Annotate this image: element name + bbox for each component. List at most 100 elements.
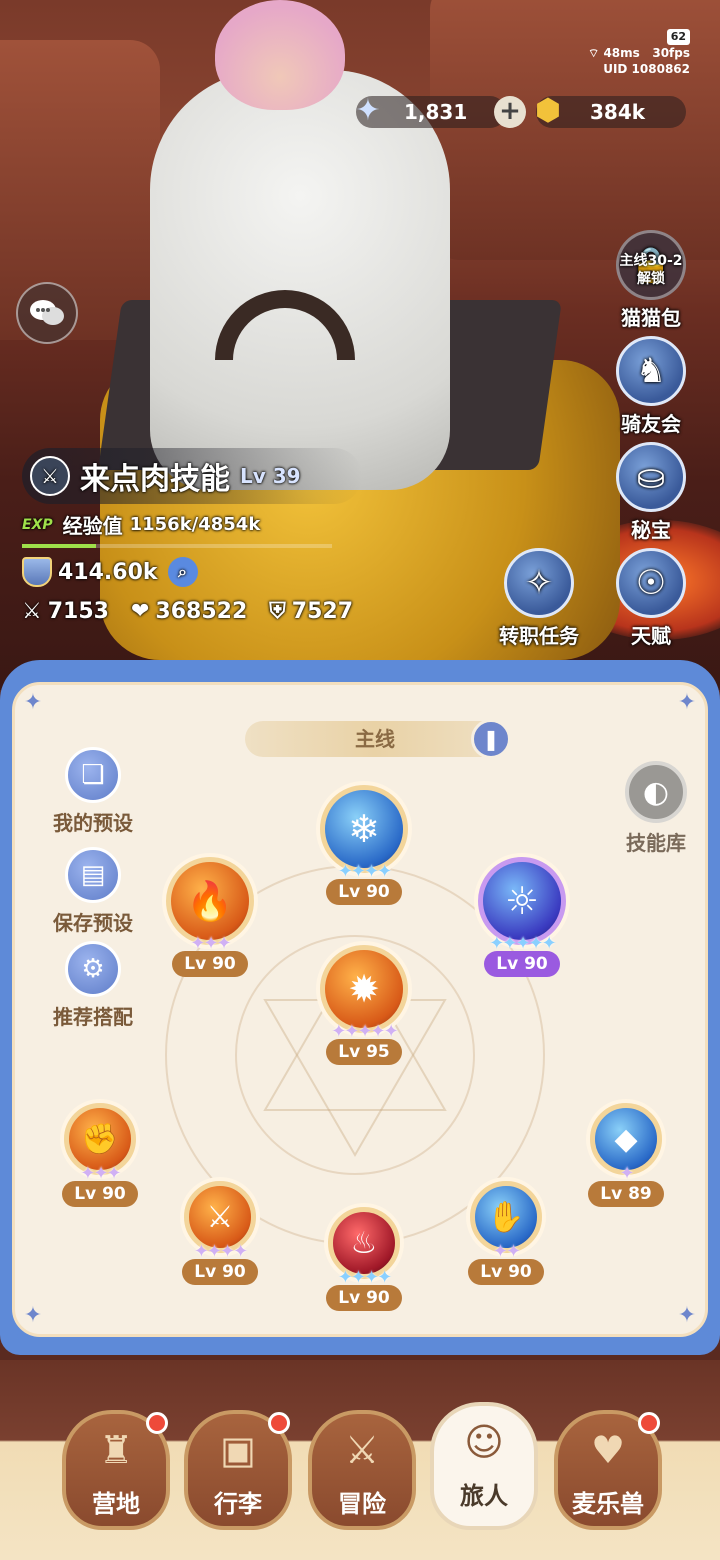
my-presets-label: 我的预设 — [53, 811, 133, 835]
card-icon: ❏ — [65, 747, 121, 803]
skill-slot-4[interactable]: ✹ ✦✦✦✦✦ Lv 95 — [309, 945, 419, 1065]
skill-slot-7[interactable]: ⚔ ✦✦✦✦ Lv 90 — [165, 1181, 275, 1285]
ice-wall-icon: ❄ — [320, 785, 408, 873]
defense-stat: ⛨ 7527 — [269, 599, 353, 624]
crossed-swords-icon: ⚔ — [22, 599, 42, 624]
skill-library-label: 技能库 — [626, 831, 686, 855]
unlock-condition: 主线30-2 解锁 — [619, 253, 683, 287]
nav-adventure[interactable]: ⚔ 冒险 — [308, 1410, 416, 1530]
my-presets-button[interactable]: ❏ 我的预设 — [33, 747, 153, 836]
horse-icon: ♞ — [616, 336, 686, 406]
cat-bag-label: 猫猫包 — [621, 306, 681, 330]
talent-label: 天赋 — [631, 624, 671, 648]
corner-ornament-icon: ✦ — [23, 690, 43, 715]
notification-dot — [638, 1412, 660, 1434]
power-row: 414.60k ⌕ — [22, 557, 362, 587]
fps-text: 30fps — [652, 46, 690, 60]
skill-level: Lv 89 — [588, 1181, 664, 1207]
exp-bar-fill — [22, 544, 96, 548]
recommended-build-label: 推荐搭配 — [53, 1005, 133, 1029]
skill-slot-8[interactable]: ♨ ✦✦✦✦ Lv 90 — [309, 1207, 419, 1311]
skill-level: Lv 90 — [172, 951, 248, 977]
rider-club-button[interactable]: ♞ 骑友会 — [596, 336, 706, 437]
power-detail-button[interactable]: ⌕ — [167, 557, 198, 587]
main-line-tab-label: 主线 — [355, 727, 395, 751]
defense-value: 7527 — [291, 599, 354, 624]
skill-slot-9[interactable]: ✋ ✦✦ Lv 90 — [451, 1181, 561, 1285]
skill-level: Lv 90 — [62, 1181, 138, 1207]
skill-level: Lv 90 — [326, 879, 402, 905]
skill-library-button[interactable]: ◐ 技能库 — [601, 761, 711, 856]
nav-traveler[interactable]: ☺ 旅人 — [430, 1402, 538, 1530]
wifi-icon: ⌔ — [587, 46, 600, 60]
save-preset-label: 保存预设 — [53, 911, 133, 935]
exp-row: EXP 经验值 1156k/4854k — [22, 510, 362, 539]
search-icon: ⌕ — [178, 562, 188, 581]
skill-slot-2[interactable]: 🔥 ✦✦✦ Lv 90 — [155, 857, 265, 977]
gold-amount: 384k — [590, 100, 646, 124]
gem-counter: ✦ 1,831 + — [355, 93, 526, 128]
nav-pet-label: 麦乐兽 — [572, 1490, 644, 1518]
player-character — [150, 70, 450, 490]
power-value: 414.60k — [58, 559, 158, 585]
tab-main-line[interactable]: 主线 ❚ — [245, 719, 511, 759]
character-head — [215, 0, 345, 110]
attack-stat: ⚔ 7153 — [22, 599, 109, 624]
nav-traveler-label: 旅人 — [460, 1482, 508, 1510]
skill-slot-3[interactable]: ☼ ✦✦✦✦✦ Lv 90 — [467, 857, 577, 977]
talent-button[interactable]: ☉ 天赋 — [596, 548, 706, 649]
save-preset-button[interactable]: ▤ 保存预设 — [33, 847, 153, 936]
nav-luggage[interactable]: ▣ 行李 — [184, 1410, 292, 1530]
corner-ornament-icon: ✦ — [677, 1303, 697, 1328]
cat-bag-button[interactable]: 🔒 主线30-2 解锁 猫猫包 — [596, 230, 706, 331]
corner-ornament-icon: ✦ — [677, 690, 697, 715]
gem-amount: 1,831 — [404, 100, 468, 124]
skill-slot-5[interactable]: ✊ ✦✦✦ Lv 90 — [45, 1103, 155, 1207]
nav-luggage-label: 行李 — [214, 1490, 262, 1518]
battery-indicator: 62 — [666, 29, 690, 45]
skill-level: Lv 90 — [326, 1285, 402, 1311]
crystal-icon: ✦ — [355, 92, 381, 128]
skill-library-icon: ◐ — [625, 761, 687, 823]
skill-level: Lv 90 — [468, 1259, 544, 1285]
save-icon: ▤ — [65, 847, 121, 903]
job-icon: ✧ — [504, 548, 574, 618]
nav-adventure-label: 冒险 — [338, 1490, 386, 1518]
power-badge-icon — [22, 557, 52, 587]
job-quest-label: 转职任务 — [499, 624, 579, 648]
crossed-swords-icon: ⚔ — [344, 1428, 380, 1472]
recommended-build-button[interactable]: ⚙ 推荐搭配 — [33, 941, 153, 1030]
player-name-row[interactable]: ⚔ 来点肉技能 Lv 39 — [22, 448, 362, 504]
attack-value: 7153 — [47, 599, 109, 624]
job-quest-button[interactable]: ✧ 转职任务 — [484, 548, 594, 649]
meteor-icon: ✹ — [320, 945, 408, 1033]
class-badge-icon: ⚔ — [30, 456, 70, 496]
treasure-button[interactable]: ⛀ 秘宝 — [596, 442, 706, 543]
nav-camp[interactable]: ♜ 营地 — [62, 1410, 170, 1530]
player-info: ⚔ 来点肉技能 Lv 39 EXP 经验值 1156k/4854k 414.60… — [22, 448, 362, 624]
notification-dot — [146, 1412, 168, 1434]
skill-level: Lv 90 — [484, 951, 560, 977]
hp-value: 368522 — [155, 599, 248, 624]
stats-row: ⚔ 7153 ❤ 368522 ⛨ 7527 — [22, 599, 362, 624]
book-icon[interactable]: ❚ — [471, 719, 511, 759]
notification-dot — [268, 1412, 290, 1434]
skill-level: Lv 95 — [326, 1039, 402, 1065]
ping-text: 48ms — [603, 46, 640, 60]
skill-slot-6[interactable]: ◆ ✦ Lv 89 — [571, 1103, 681, 1207]
shield-icon: ⛨ — [269, 599, 286, 624]
skill-slot-1[interactable]: ❄ ✦✦✦✦ Lv 90 — [309, 785, 419, 905]
player-name: 来点肉技能 — [80, 462, 230, 497]
flame-slash-icon: 🔥 — [166, 857, 254, 945]
coin-icon: ⬢ — [534, 92, 562, 128]
gold-counter: ⬢ 384k — [535, 93, 686, 128]
nav-pet[interactable]: ♥ 麦乐兽 — [554, 1410, 662, 1530]
brain-icon: ☉ — [616, 548, 686, 618]
uid-text: UID 1080862 — [603, 62, 690, 76]
player-level: Lv 39 — [240, 464, 301, 488]
skill-level: Lv 90 — [182, 1259, 258, 1285]
skill-panel-inner: ✦ ✦ ✦ ✦ 主线 ❚ ❏ 我的预设 ▤ 保存预设 ⚙ 推荐搭配 ◐ 技能库 … — [12, 682, 708, 1337]
add-gems-button[interactable]: + — [494, 96, 526, 128]
skill-panel: ✦ ✦ ✦ ✦ 主线 ❚ ❏ 我的预设 ▤ 保存预设 ⚙ 推荐搭配 ◐ 技能库 … — [0, 660, 720, 1355]
chat-button[interactable] — [16, 282, 78, 344]
